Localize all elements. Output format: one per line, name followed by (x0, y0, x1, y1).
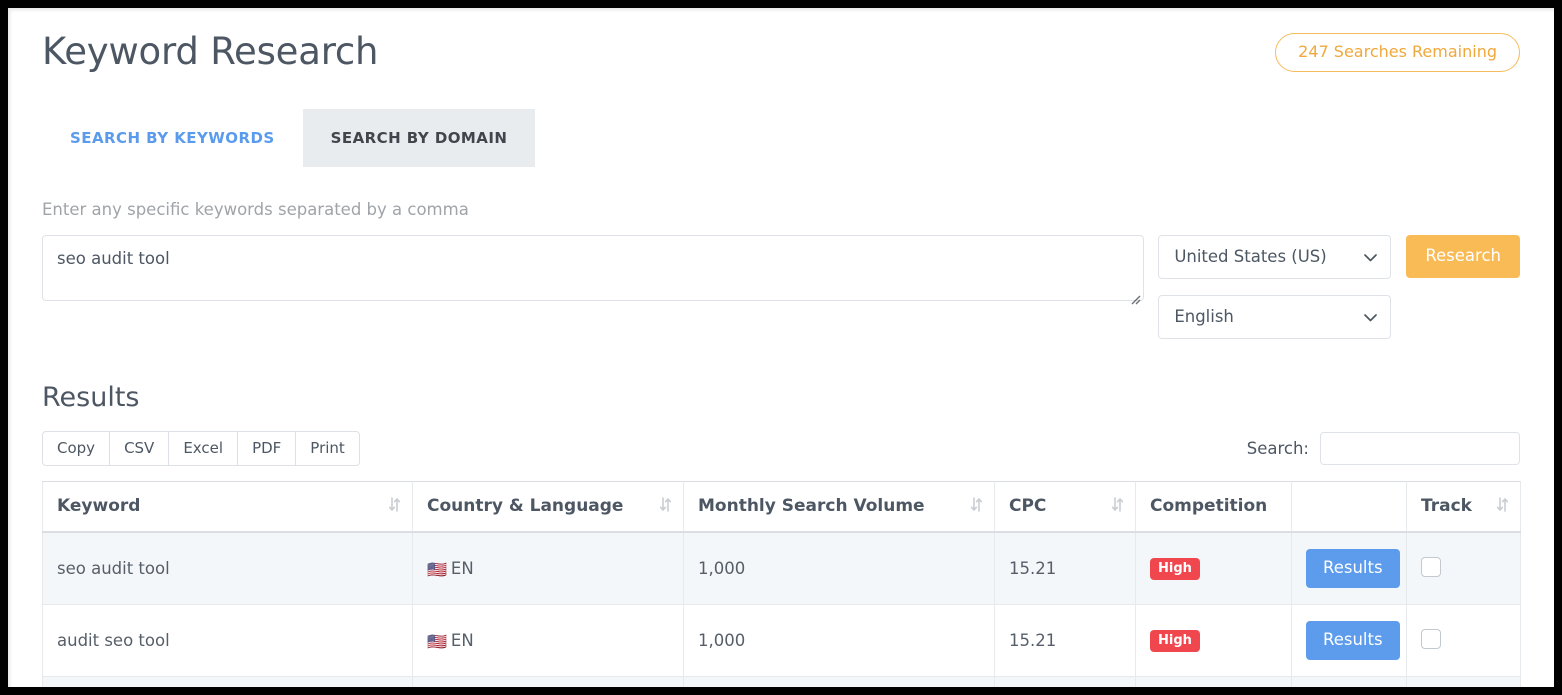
cell-language-code: EN (451, 631, 474, 650)
us-flag-icon: 🇺🇸 (427, 560, 447, 579)
track-checkbox[interactable] (1421, 557, 1441, 577)
row-results-button[interactable]: Results (1306, 621, 1400, 660)
cell-competition: High (1136, 532, 1292, 604)
cell-cpc: 15.21 (995, 605, 1136, 677)
cell-country-language (413, 676, 684, 687)
col-header-country-language[interactable]: Country & Language (413, 482, 684, 533)
locale-selects: United States (US) English (1158, 235, 1391, 339)
sort-icon (971, 497, 982, 517)
table-row (43, 676, 1521, 687)
cell-keyword (43, 676, 413, 687)
search-mode-tabs: SEARCH BY KEYWORDS SEARCH BY DOMAIN (42, 109, 1520, 167)
chevron-down-icon (1364, 247, 1377, 266)
cell-cpc: 15.21 (995, 532, 1136, 604)
cell-competition: High (1136, 605, 1292, 677)
cell-language-code: EN (451, 559, 474, 578)
col-header-keyword[interactable]: Keyword (43, 482, 413, 533)
cell-action: Results (1292, 532, 1407, 604)
table-search: Search: (1247, 432, 1520, 465)
cell-competition (1136, 676, 1292, 687)
cell-monthly-search-volume: 1,000 (684, 605, 995, 677)
page-title: Keyword Research (42, 30, 378, 74)
table-search-input[interactable] (1320, 432, 1520, 465)
us-flag-icon: 🇺🇸 (427, 632, 447, 651)
results-table-body: seo audit tool 🇺🇸EN 1,000 15.21 High Res… (43, 532, 1521, 687)
export-button-group: Copy CSV Excel PDF Print (42, 431, 360, 467)
col-label-track: Track (1421, 496, 1472, 516)
table-search-label: Search: (1247, 439, 1309, 458)
export-copy-button[interactable]: Copy (42, 431, 110, 467)
table-controls: Copy CSV Excel PDF Print Search: (42, 431, 1520, 467)
keywords-field-label: Enter any specific keywords separated by… (42, 202, 1520, 219)
tab-search-by-keywords[interactable]: SEARCH BY KEYWORDS (42, 109, 303, 167)
col-header-actions (1292, 482, 1407, 533)
sort-icon (1112, 497, 1123, 517)
col-label-country-language: Country & Language (427, 496, 623, 516)
search-form: United States (US) English Research (42, 235, 1520, 339)
country-select[interactable]: United States (US) (1158, 235, 1391, 279)
keyword-research-page: Keyword Research 247 Searches Remaining … (8, 8, 1554, 687)
cell-track (1407, 676, 1521, 687)
browser-viewport: Keyword Research 247 Searches Remaining … (8, 8, 1554, 687)
cell-keyword: seo audit tool (43, 532, 413, 604)
keywords-input-wrapper (42, 235, 1144, 305)
row-results-button[interactable]: Results (1306, 549, 1400, 588)
cell-monthly-search-volume (684, 676, 995, 687)
export-print-button[interactable]: Print (295, 431, 360, 467)
col-label-monthly-search-volume: Monthly Search Volume (698, 496, 925, 516)
results-heading: Results (42, 383, 1520, 413)
col-header-track[interactable]: Track (1407, 482, 1521, 533)
competition-badge: High (1150, 558, 1200, 580)
results-table: Keyword Country & Language (42, 481, 1521, 687)
searches-remaining-badge[interactable]: 247 Searches Remaining (1275, 33, 1520, 72)
cell-country-language: 🇺🇸EN (413, 605, 684, 677)
cell-action (1292, 676, 1407, 687)
cell-action: Results (1292, 605, 1407, 677)
cell-cpc (995, 676, 1136, 687)
export-csv-button[interactable]: CSV (109, 431, 169, 467)
sort-icon (1497, 497, 1508, 517)
track-checkbox[interactable] (1421, 629, 1441, 649)
col-label-keyword: Keyword (57, 496, 140, 516)
col-header-monthly-search-volume[interactable]: Monthly Search Volume (684, 482, 995, 533)
col-label-cpc: CPC (1009, 496, 1046, 516)
table-row: audit seo tool 🇺🇸EN 1,000 15.21 High Res… (43, 605, 1521, 677)
chevron-down-icon (1364, 307, 1377, 326)
export-excel-button[interactable]: Excel (168, 431, 238, 467)
col-header-cpc[interactable]: CPC (995, 482, 1136, 533)
language-select-value: English (1174, 307, 1234, 326)
results-table-head: Keyword Country & Language (43, 482, 1521, 533)
sort-icon (389, 497, 400, 517)
sort-icon (660, 497, 671, 517)
country-select-value: United States (US) (1174, 247, 1326, 266)
col-header-competition[interactable]: Competition (1136, 482, 1292, 533)
cell-track (1407, 605, 1521, 677)
cell-keyword: audit seo tool (43, 605, 413, 677)
page-header: Keyword Research 247 Searches Remaining (42, 8, 1520, 74)
col-label-competition: Competition (1150, 496, 1267, 516)
competition-badge: High (1150, 630, 1200, 652)
language-select[interactable]: English (1158, 295, 1391, 339)
research-button[interactable]: Research (1406, 235, 1520, 278)
export-pdf-button[interactable]: PDF (237, 431, 296, 467)
keywords-input[interactable] (42, 235, 1144, 301)
tab-search-by-domain[interactable]: SEARCH BY DOMAIN (303, 109, 536, 167)
table-header-row: Keyword Country & Language (43, 482, 1521, 533)
cell-country-language: 🇺🇸EN (413, 532, 684, 604)
table-row: seo audit tool 🇺🇸EN 1,000 15.21 High Res… (43, 532, 1521, 604)
cell-track (1407, 532, 1521, 604)
cell-monthly-search-volume: 1,000 (684, 532, 995, 604)
